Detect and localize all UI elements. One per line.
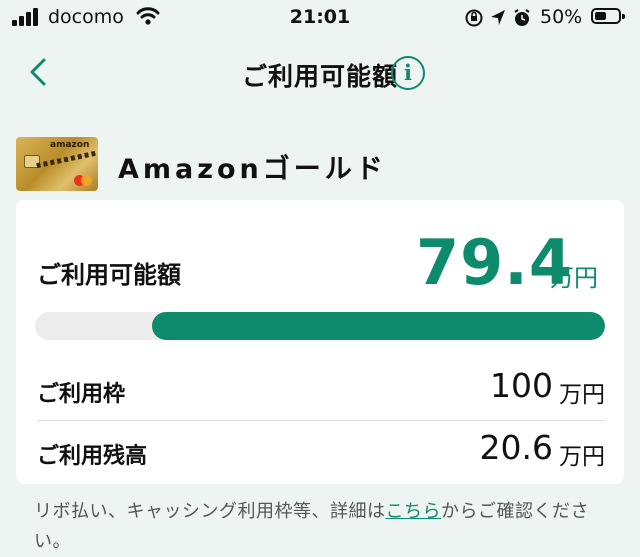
credit-summary-panel: ご利用可能額 79.4 万円 ご利用枠 100 万円 ご利用残高 20.6 万円 xyxy=(16,200,624,484)
status-bar: docomo 21:01 50% xyxy=(0,0,640,36)
card-image: amazon xyxy=(16,137,98,191)
credit-limit-row: ご利用枠 100 万円 xyxy=(37,360,605,421)
balance-unit: 万円 xyxy=(559,444,605,470)
card-logo: amazon xyxy=(50,140,90,150)
balance-row: ご利用残高 20.6 万円 xyxy=(37,422,605,482)
page-title: ご利用可能額 xyxy=(241,62,398,91)
details-note: リボ払い、キャッシング利用枠等、詳細はこちらからご確認ください。 xyxy=(34,501,589,552)
details-link[interactable]: こちら xyxy=(386,501,442,522)
credit-available-fill xyxy=(152,312,605,340)
mastercard-logo-icon xyxy=(74,175,92,186)
battery-icon xyxy=(591,8,625,24)
orientation-lock-icon xyxy=(465,9,483,27)
status-icons xyxy=(465,9,530,27)
card-header: amazon Amazonゴールド xyxy=(16,135,626,191)
available-amount-unit: 万円 xyxy=(550,264,598,292)
nav-bar: ご利用可能額 i xyxy=(0,40,640,106)
battery-percent: 50% xyxy=(540,6,583,28)
credit-limit-label: ご利用枠 xyxy=(37,382,126,407)
alarm-icon xyxy=(514,9,530,26)
balance-label: ご利用残高 xyxy=(37,444,148,469)
balance-value: 20.6 xyxy=(479,428,553,467)
credit-limit-value: 100 xyxy=(490,366,553,405)
credit-usage-bar xyxy=(35,312,605,340)
location-icon xyxy=(491,10,505,25)
info-icon[interactable]: i xyxy=(391,56,425,90)
card-name: Amazonゴールド xyxy=(118,154,387,185)
available-amount-label: ご利用可能額 xyxy=(37,261,181,289)
credit-limit-unit: 万円 xyxy=(559,382,605,408)
